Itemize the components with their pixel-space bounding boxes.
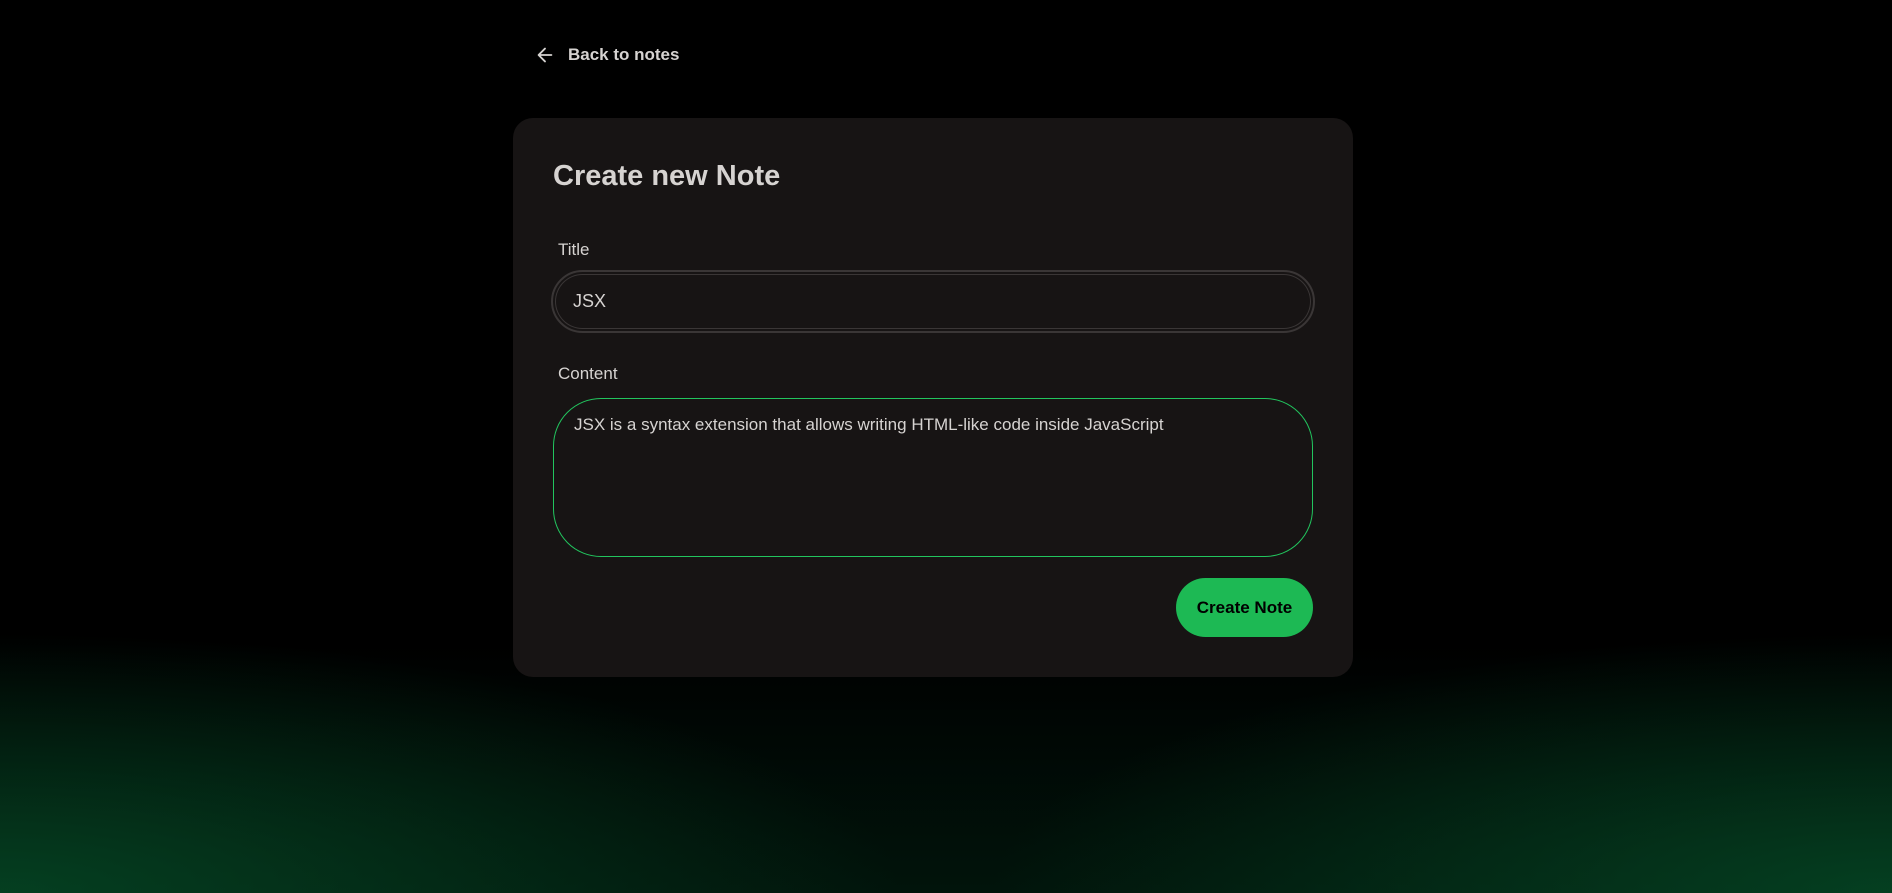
create-note-card: Create new Note Title Content JSX is a s… xyxy=(513,118,1353,677)
create-note-button[interactable]: Create Note xyxy=(1176,578,1313,637)
content-textarea[interactable]: JSX is a syntax extension that allows wr… xyxy=(553,398,1313,557)
content-label: Content xyxy=(558,364,618,383)
title-input[interactable] xyxy=(551,270,1315,333)
title-label: Title xyxy=(558,240,590,259)
back-to-notes-link[interactable]: Back to notes xyxy=(534,44,679,66)
arrow-left-icon xyxy=(537,47,553,63)
page-title: Create new Note xyxy=(553,160,781,192)
back-link-label: Back to notes xyxy=(568,45,680,64)
